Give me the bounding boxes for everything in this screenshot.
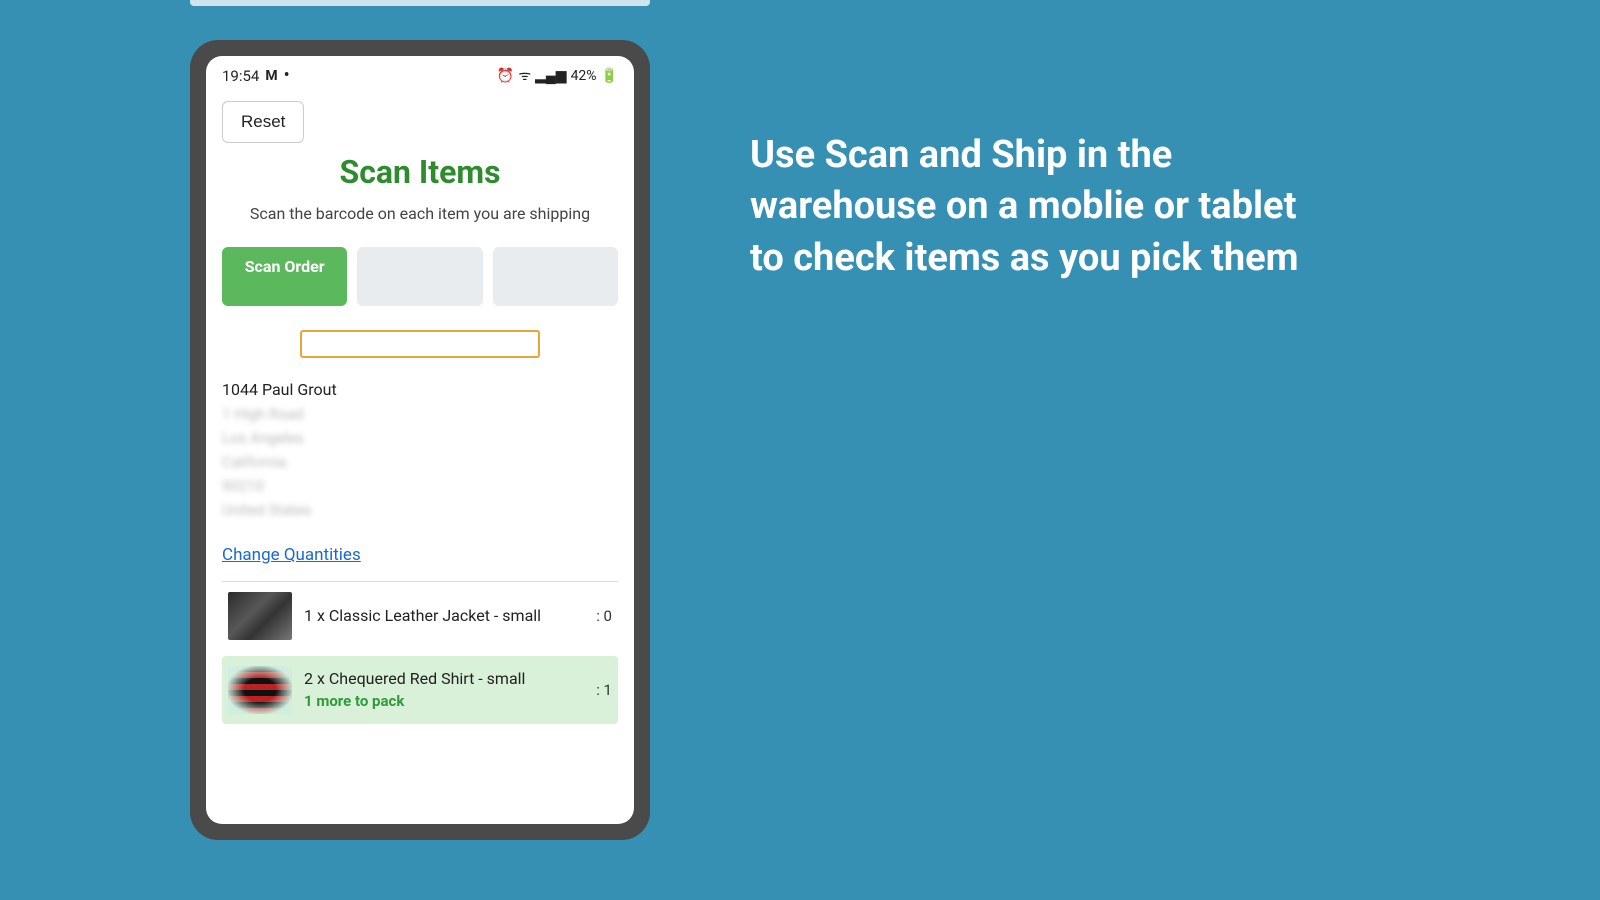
- change-quantities-link[interactable]: Change Quantities: [222, 545, 361, 565]
- tab-scan-order[interactable]: Scan Order: [222, 247, 347, 305]
- order-address-line: Los Angeles: [222, 429, 618, 447]
- items-list: 1 x Classic Leather Jacket - small : 0 2…: [222, 581, 618, 724]
- order-info: 1044 Paul Grout 1 High Road Los Angeles …: [222, 380, 618, 519]
- page-title: Scan Items: [206, 153, 634, 191]
- status-left: 19:54 M •: [222, 67, 290, 85]
- item-count: : 0: [596, 607, 612, 625]
- order-address-line: United States: [222, 501, 618, 519]
- order-id-name: 1044 Paul Grout: [222, 380, 618, 399]
- signal-icon: ▂▄▆: [535, 67, 566, 84]
- order-address-line: 1 High Road: [222, 405, 618, 423]
- status-right: ⏰ ᯤ ▂▄▆ 42% 🔋: [497, 66, 618, 85]
- item-text-block: 2 x Chequered Red Shirt - small 1 more t…: [304, 669, 584, 710]
- barcode-input[interactable]: [300, 330, 540, 358]
- tab-scan-items[interactable]: Scan Items: [357, 247, 482, 305]
- page-subtitle: Scan the barcode on each item you are sh…: [246, 203, 594, 225]
- order-address-line: California: [222, 453, 618, 471]
- battery-text: 42%: [571, 68, 597, 84]
- item-row: 1 x Classic Leather Jacket - small : 0: [222, 582, 618, 650]
- item-label: 2 x Chequered Red Shirt - small: [304, 669, 584, 688]
- tab-label: Scan Tracking No: [505, 257, 606, 295]
- tab-label: Scan Order: [245, 257, 325, 276]
- tab-scan-tracking[interactable]: Scan Tracking No: [493, 247, 618, 305]
- item-row: 2 x Chequered Red Shirt - small 1 more t…: [222, 656, 618, 724]
- device-frame: 19:54 M • ⏰ ᯤ ▂▄▆ 42% 🔋 Reset Scan Items…: [190, 40, 650, 840]
- battery-icon: 🔋: [601, 68, 618, 84]
- decorative-top-strip: [190, 0, 650, 6]
- scan-tabs: Scan Order Scan Items Scan Tracking No: [222, 247, 618, 305]
- item-thumbnail: [228, 666, 292, 714]
- item-pack-note: 1 more to pack: [304, 692, 584, 710]
- order-address-line: 90210: [222, 477, 618, 495]
- item-thumbnail: [228, 592, 292, 640]
- item-count: : 1: [596, 681, 612, 699]
- mail-icon: M: [265, 68, 277, 84]
- item-label: 1 x Classic Leather Jacket - small: [304, 606, 584, 625]
- alarm-icon: ⏰: [497, 68, 514, 84]
- status-time: 19:54: [222, 67, 259, 85]
- wifi-icon: ᯤ: [518, 66, 531, 85]
- tab-label: Scan Items: [380, 257, 460, 276]
- status-bar: 19:54 M • ⏰ ᯤ ▂▄▆ 42% 🔋: [206, 56, 634, 89]
- status-dot-icon: •: [284, 67, 290, 85]
- device-screen: 19:54 M • ⏰ ᯤ ▂▄▆ 42% 🔋 Reset Scan Items…: [206, 56, 634, 824]
- marketing-headline: Use Scan and Ship in the warehouse on a …: [750, 130, 1310, 284]
- reset-button[interactable]: Reset: [222, 101, 304, 143]
